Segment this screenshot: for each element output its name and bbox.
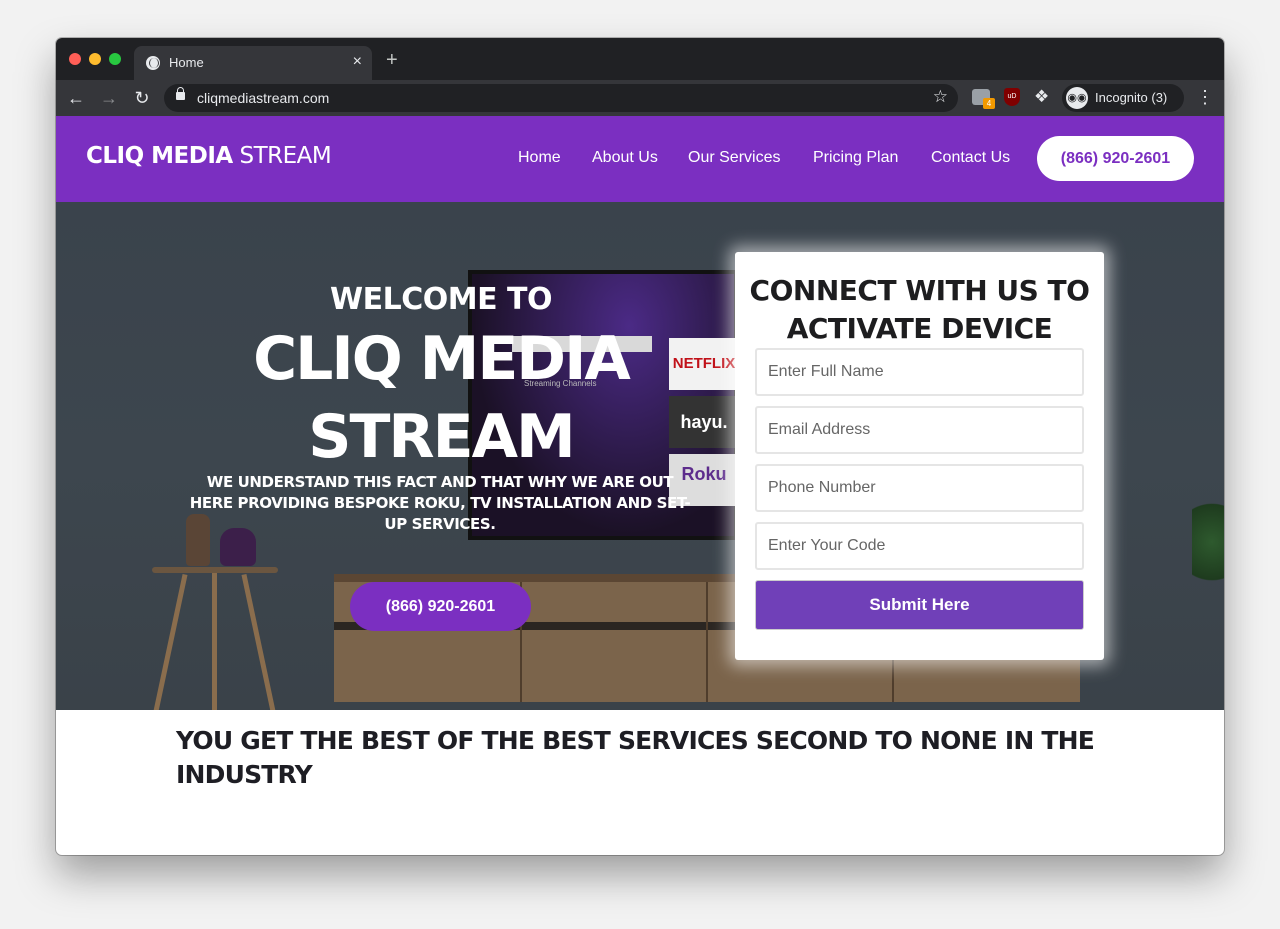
zoom-window-button[interactable]	[109, 53, 121, 65]
hero-phone-button[interactable]: (866) 920-2601	[350, 582, 531, 631]
website: CLIQ MEDIA STREAM Home About Us Our Serv…	[56, 116, 1224, 855]
services-heading: YOU GET THE BEST OF THE BEST SERVICES SE…	[176, 726, 1095, 789]
email-input[interactable]	[755, 406, 1084, 454]
tab-strip: Home × +	[56, 38, 1224, 80]
full-name-input[interactable]	[755, 348, 1084, 396]
browser-toolbar: ← → ↻ cliqmediastream.com ☆ 4 uD ❖ ◉◉ In…	[56, 80, 1224, 116]
site-header: CLIQ MEDIA STREAM Home About Us Our Serv…	[56, 116, 1224, 202]
header-phone-button[interactable]: (866) 920-2601	[1037, 136, 1194, 181]
site-logo[interactable]: CLIQ MEDIA STREAM	[86, 143, 332, 169]
bookmark-star-icon[interactable]: ☆	[933, 87, 948, 107]
hero-welcome: WELCOME TO	[330, 282, 552, 317]
plant-decor	[1192, 492, 1224, 592]
hayu-tile: hayu.	[669, 396, 739, 448]
reload-icon[interactable]: ↻	[131, 87, 153, 109]
logo-bold-text: CLIQ MEDIA	[86, 143, 233, 169]
close-icon[interactable]: ×	[353, 53, 362, 71]
extension-badge: 4	[983, 98, 995, 109]
incognito-label: Incognito (3)	[1095, 90, 1168, 105]
nav-our-services[interactable]: Our Services	[688, 149, 780, 167]
nav-contact-us[interactable]: Contact Us	[931, 149, 1010, 167]
url-text[interactable]: cliqmediastream.com	[197, 90, 329, 106]
back-arrow-icon[interactable]: ←	[65, 87, 87, 109]
tab-title: Home	[169, 55, 204, 70]
hero-title: CLIQ MEDIA STREAM	[216, 320, 666, 476]
browser-menu-icon[interactable]: ⋮	[1196, 86, 1214, 108]
browser-window: Home × + ← → ↻ cliqmediastream.com ☆ 4 u…	[56, 38, 1224, 855]
extensions-puzzle-icon[interactable]: ❖	[1034, 86, 1049, 108]
address-bar[interactable]: cliqmediastream.com ☆	[164, 84, 958, 112]
submit-button[interactable]: Submit Here	[755, 580, 1084, 630]
hero-section: Streaming Channels NETFLIX hayu. Roku WE…	[56, 202, 1224, 710]
hero-subtitle: WE UNDERSTAND THIS FACT AND THAT WHY WE …	[189, 473, 691, 533]
side-table-leg	[212, 573, 217, 710]
nav-home[interactable]: Home	[518, 149, 561, 167]
hero-title-line1: CLIQ MEDIA	[253, 324, 631, 394]
side-table-leg	[241, 574, 276, 710]
nav-about-us[interactable]: About Us	[592, 149, 658, 167]
cabinet-divider	[706, 582, 708, 702]
logo-light-text: STREAM	[232, 143, 332, 169]
close-window-button[interactable]	[69, 53, 81, 65]
hero-title-line2: STREAM	[308, 402, 575, 472]
minimize-window-button[interactable]	[89, 53, 101, 65]
globe-icon	[146, 56, 160, 70]
netflix-tile: NETFLIX	[669, 338, 739, 390]
new-tab-button[interactable]: +	[386, 50, 398, 70]
forward-arrow-icon[interactable]: →	[98, 87, 120, 109]
side-table-leg	[153, 574, 188, 710]
ublock-extension-icon[interactable]: uD	[1004, 88, 1020, 106]
screenshot-stage: Home × + ← → ↻ cliqmediastream.com ☆ 4 u…	[0, 0, 1280, 929]
code-input[interactable]	[755, 522, 1084, 570]
tab-home[interactable]: Home ×	[134, 46, 372, 80]
incognito-indicator[interactable]: ◉◉ Incognito (3)	[1062, 84, 1184, 112]
incognito-icon: ◉◉	[1066, 87, 1088, 109]
phone-input[interactable]	[755, 464, 1084, 512]
lock-icon	[176, 87, 185, 100]
form-title: CONNECT WITH US TO ACTIVATE DEVICE	[749, 274, 1090, 345]
nav-pricing-plan[interactable]: Pricing Plan	[813, 149, 898, 167]
activation-form: CONNECT WITH US TO ACTIVATE DEVICE Submi…	[735, 252, 1104, 660]
